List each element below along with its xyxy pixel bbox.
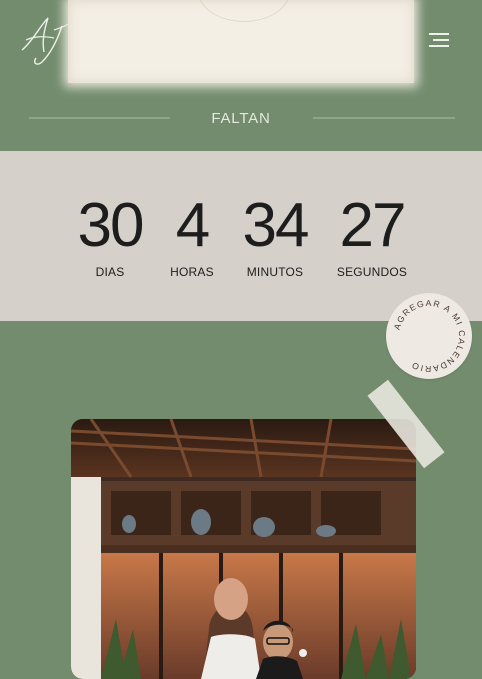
seconds-value: 27 — [339, 191, 407, 260]
paper-card-decoration — [68, 0, 414, 83]
days-label: DIAS — [95, 265, 125, 279]
seconds-label: SEGUNDOS — [336, 265, 408, 279]
add-to-calendar-badge[interactable]: AGREGAR A MI CALENDARIO — [386, 293, 472, 379]
days-value: 30 — [77, 191, 145, 260]
calendar-circular-text: AGREGAR A MI CALENDARIO — [392, 298, 467, 374]
countdown-seconds: 27 SEGUNDOS — [332, 191, 412, 280]
hamburger-menu-icon[interactable] — [427, 30, 451, 50]
svg-text:AGREGAR A MI CALENDARIO: AGREGAR A MI CALENDARIO — [392, 298, 467, 374]
countdown-minutes: 34 MINUTOS — [235, 191, 315, 280]
wedding-couple-photo — [71, 419, 416, 679]
faltan-section: FALTAN — [0, 81, 482, 151]
calendar-badge-text: AGREGAR A MI CALENDARIO — [392, 298, 466, 374]
minutes-label: MINUTOS — [246, 265, 304, 279]
countdown-days: 30 DIAS — [70, 191, 150, 280]
hours-label: HORAS — [170, 265, 214, 279]
divider-right — [313, 117, 455, 119]
minutes-value: 34 — [242, 191, 310, 260]
countdown-hours: 4 HORAS — [160, 191, 224, 280]
monogram-logo[interactable] — [18, 12, 70, 68]
hours-value: 4 — [175, 191, 210, 260]
